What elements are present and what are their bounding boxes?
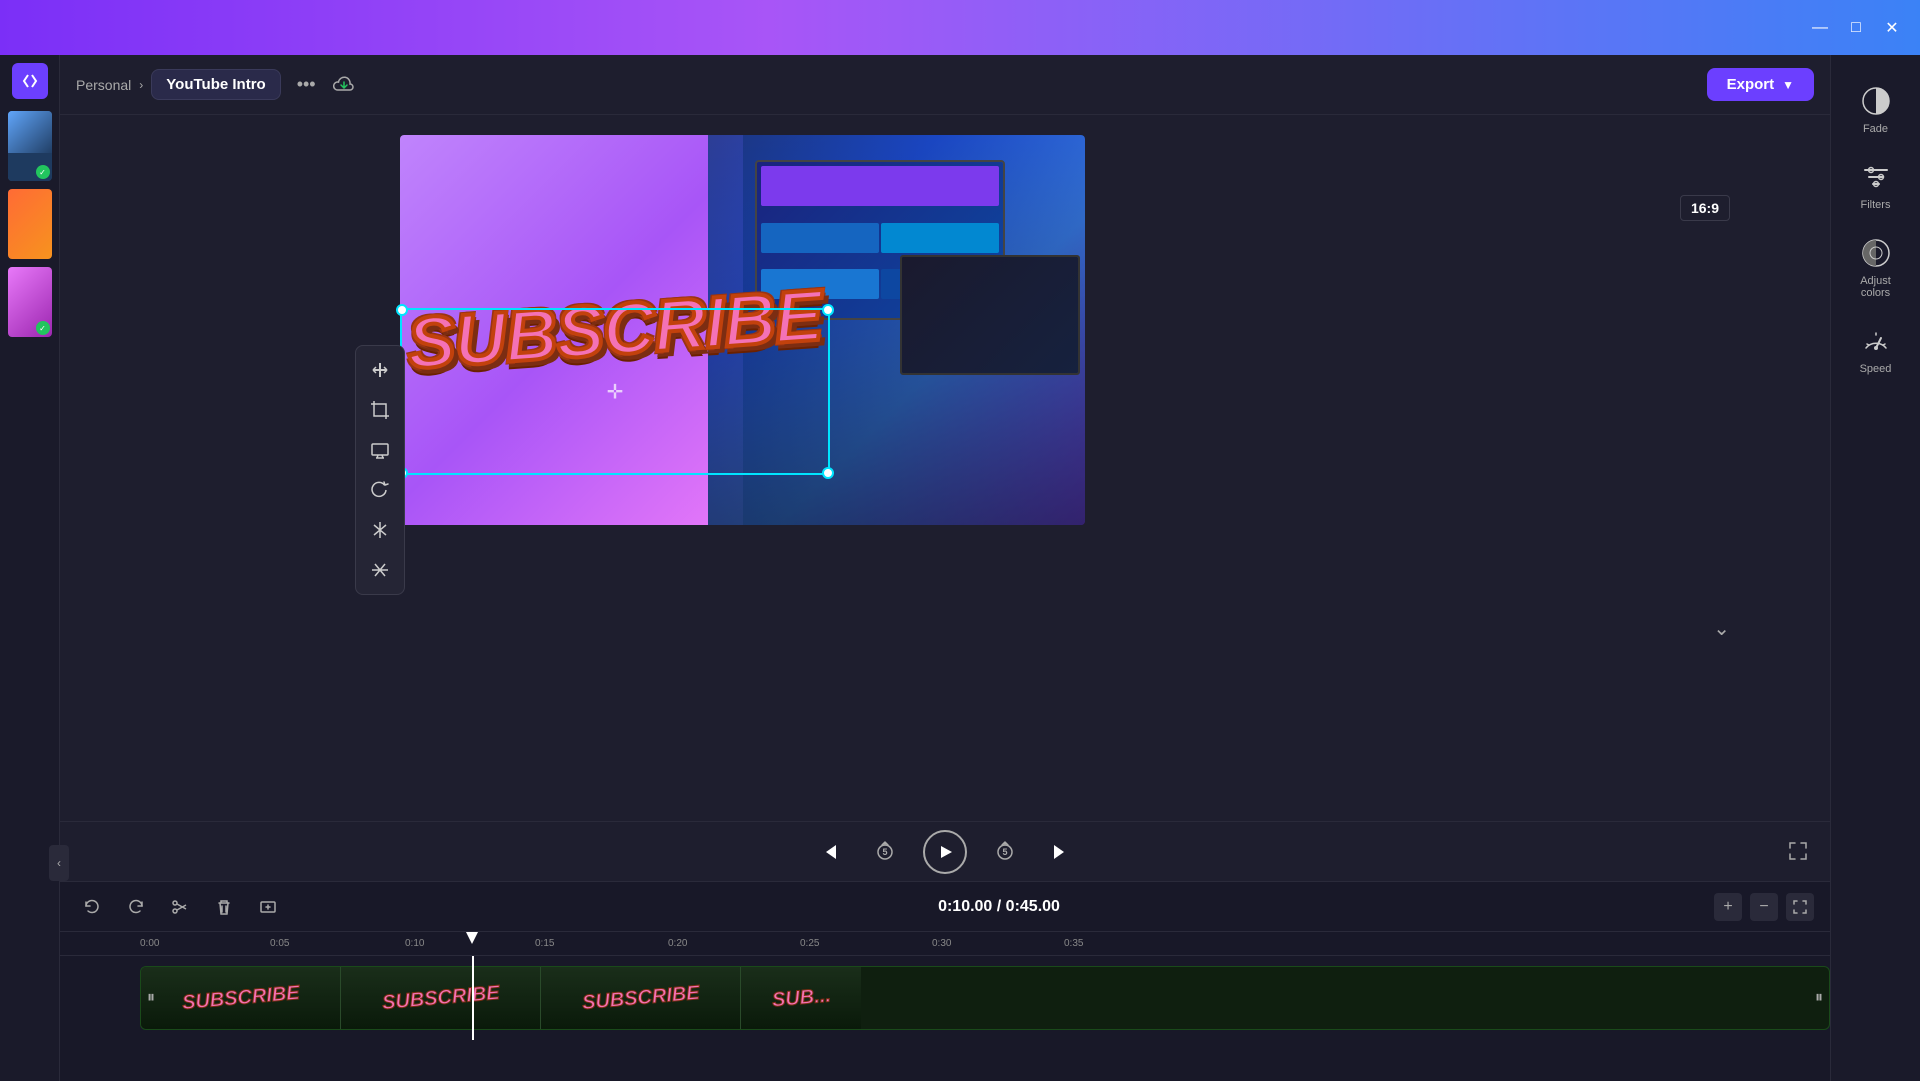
ruler-mark-1: 0:05: [270, 938, 289, 949]
more-options-button[interactable]: •••: [297, 74, 316, 95]
ruler-mark-4: 0:20: [668, 938, 687, 949]
playhead-ruler-marker: [466, 932, 478, 944]
right-panel: Fade Filters Adjust color: [1830, 55, 1920, 1081]
video-track[interactable]: ⏸ SUBSCRIBE SUBSCRIBE SUBSCRIBE: [140, 966, 1830, 1030]
adjust-colors-tool[interactable]: Adjust colors: [1840, 227, 1912, 307]
speed-tool[interactable]: Speed: [1840, 315, 1912, 383]
skip-to-end-button[interactable]: [1043, 834, 1079, 870]
cloud-sync-button[interactable]: [328, 69, 360, 101]
ruler-mark-2: 0:10: [405, 938, 424, 949]
minimize-button[interactable]: —: [1808, 16, 1832, 40]
maximize-button[interactable]: □: [1844, 16, 1868, 40]
track-clip-1[interactable]: SUBSCRIBE: [141, 967, 341, 1029]
track-pause-right[interactable]: ⏸: [1815, 989, 1823, 1007]
subscribe-text: SUBSCRIBE: [405, 275, 825, 386]
redo-button[interactable]: [120, 891, 152, 923]
track-clip-4[interactable]: SUB...: [741, 967, 861, 1029]
filters-icon: [1858, 159, 1894, 195]
forward-5s-button[interactable]: 5: [987, 834, 1023, 870]
undo-button[interactable]: [76, 891, 108, 923]
thumbnail-item-3[interactable]: ✓: [8, 267, 52, 337]
close-button[interactable]: ✕: [1880, 16, 1904, 40]
timeline-ruler: 0:00 0:05 0:10 0:15 0:20 0:25 0:30 0:35: [60, 932, 1830, 956]
thumb-check-3: ✓: [36, 321, 50, 335]
delete-button[interactable]: [208, 891, 240, 923]
rewind-5s-button[interactable]: 5: [867, 834, 903, 870]
filters-tool[interactable]: Filters: [1840, 151, 1912, 219]
adjust-colors-label: Adjust colors: [1848, 275, 1904, 299]
flip-h-tool-button[interactable]: [362, 552, 398, 588]
zoom-fit-button[interactable]: [1786, 893, 1814, 921]
header-bar: Personal › YouTube Intro ••• Export ▼: [60, 55, 1830, 115]
rotate-tool-button[interactable]: [362, 472, 398, 508]
filters-label: Filters: [1861, 199, 1891, 211]
fullscreen-button[interactable]: [1782, 835, 1814, 867]
zoom-in-button[interactable]: +: [1714, 893, 1742, 921]
ruler-mark-3: 0:15: [535, 938, 554, 949]
center-content: Personal › YouTube Intro ••• Export ▼: [60, 55, 1830, 1081]
zoom-out-button[interactable]: −: [1750, 893, 1778, 921]
main-wrapper: ✓ ✓ ‹ Personal › YouTube Intro •••: [0, 55, 1920, 1081]
ruler-mark-0: 0:00: [140, 938, 159, 949]
skip-to-start-button[interactable]: [811, 834, 847, 870]
track-area: ⏸ SUBSCRIBE SUBSCRIBE SUBSCRIBE: [60, 956, 1830, 1040]
expand-sidebar-button[interactable]: [12, 63, 48, 99]
title-bar: — □ ✕: [0, 0, 1920, 55]
fade-label: Fade: [1863, 123, 1888, 135]
thumbnail-sidebar: ✓ ✓ ‹: [0, 55, 60, 1081]
thumb-check-1: ✓: [36, 165, 50, 179]
track-pause-left[interactable]: ⏸: [147, 989, 155, 1007]
ruler-mark-5: 0:25: [800, 938, 819, 949]
ruler-mark-7: 0:35: [1064, 938, 1083, 949]
export-button[interactable]: Export ▼: [1707, 68, 1814, 101]
export-dropdown-arrow: ▼: [1782, 78, 1794, 92]
add-clip-button[interactable]: [252, 891, 284, 923]
video-preview-area: SUBSCRIBE ✛ 16:9 ⌄: [60, 115, 1830, 881]
ruler-mark-6: 0:30: [932, 938, 951, 949]
flip-v-tool-button[interactable]: [362, 512, 398, 548]
panel-collapse-chevron[interactable]: ⌄: [1713, 616, 1730, 641]
breadcrumb-personal[interactable]: Personal: [76, 77, 131, 93]
playback-controls: 5 5: [60, 821, 1830, 881]
timeline-section: 0:10.00 / 0:45.00 + − 0:00: [60, 881, 1830, 1081]
speed-label: Speed: [1860, 363, 1892, 375]
subscribe-text-overlay: SUBSCRIBE: [400, 135, 830, 525]
scissors-button[interactable]: [164, 891, 196, 923]
speed-icon: [1858, 323, 1894, 359]
thumbnail-item-2[interactable]: [8, 189, 52, 259]
track-clip-2[interactable]: SUBSCRIBE: [341, 967, 541, 1029]
fade-tool[interactable]: Fade: [1840, 75, 1912, 143]
tool-panel: [355, 345, 405, 595]
breadcrumb: Personal › YouTube Intro: [76, 69, 281, 100]
resize-tool-button[interactable]: [362, 352, 398, 388]
collapse-sidebar-button[interactable]: ‹: [49, 845, 69, 881]
track-clip-3[interactable]: SUBSCRIBE: [541, 967, 741, 1029]
display-tool-button[interactable]: [362, 432, 398, 468]
adjust-colors-icon: [1858, 235, 1894, 271]
crop-tool-button[interactable]: [362, 392, 398, 428]
timecode-display: 0:10.00 / 0:45.00: [296, 898, 1702, 916]
timeline-zoom-controls: + −: [1714, 893, 1814, 921]
aspect-ratio-badge: 16:9: [1680, 195, 1730, 221]
timeline-toolbar: 0:10.00 / 0:45.00 + −: [60, 882, 1830, 932]
play-button[interactable]: [923, 830, 967, 874]
thumbnail-item-1[interactable]: ✓: [8, 111, 52, 181]
timeline-content: 0:00 0:05 0:10 0:15 0:20 0:25 0:30 0:35: [60, 932, 1830, 1081]
fade-icon: [1858, 83, 1894, 119]
breadcrumb-arrow-icon: ›: [139, 78, 143, 92]
project-title[interactable]: YouTube Intro: [151, 69, 280, 100]
